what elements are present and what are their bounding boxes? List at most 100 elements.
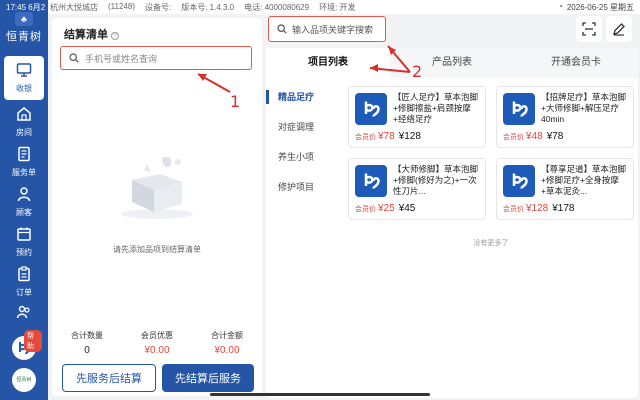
status-right: ◔ 2026-06-25 星期五 xyxy=(558,2,634,13)
regular-price: ¥78 xyxy=(546,131,564,142)
version-label: 版本号: 1.4.3.0 xyxy=(181,3,235,12)
brand-logo-icon: ♣ xyxy=(15,12,33,26)
regular-price: ¥128 xyxy=(398,131,421,142)
nav-item-member[interactable] xyxy=(0,298,48,328)
product-price-row: 会员价 ¥48 ¥78 xyxy=(503,131,563,142)
tab-membership-card[interactable]: 开通会员卡 xyxy=(514,48,638,78)
settlement-panel: 结算清单? 手机号或姓名查询 请先添加品项到结算清单 合计数量 0 会员优惠 ¥… xyxy=(52,18,262,396)
info-icon[interactable]: ? xyxy=(111,32,119,40)
annotation-label-1: 1 xyxy=(230,92,241,111)
total-quantity-value: 0 xyxy=(84,345,90,356)
nav-label: 顾客 xyxy=(16,208,32,217)
category-list: 精品足疗 对症调理 养生小项 修护项目 xyxy=(266,82,344,202)
wifi-icon: ◔ xyxy=(558,2,563,11)
category-item[interactable]: 对症调理 xyxy=(266,112,344,142)
service-first-button[interactable]: 先服务后结算 xyxy=(62,364,156,392)
device-label: 设备号: xyxy=(144,3,172,12)
settlement-title: 结算清单? xyxy=(64,26,119,42)
nav-item-cashier[interactable]: 收银 xyxy=(4,56,44,100)
product-price-row: 会员价 ¥78 ¥128 xyxy=(355,131,421,142)
env-label: 环境: 开发 xyxy=(319,3,356,12)
phone-label: 电话: 4000080629 xyxy=(244,3,310,12)
status-bar: 杭州大悦城店 (11248) 设备号: 版本号: 1.4.3.0 电话: 400… xyxy=(0,0,640,14)
product-logo-icon xyxy=(355,93,387,125)
product-card[interactable]: 【大师修脚】草本泡脚+修脚(修好为之)+一次性刀片... 会员价 ¥25 ¥45 xyxy=(348,158,486,220)
nav-item-customer[interactable]: 顾客 xyxy=(0,180,48,224)
totals-row: 合计数量 0 会员优惠 ¥0.00 合计金额 ¥0.00 xyxy=(52,330,262,356)
search-icon xyxy=(69,53,79,63)
nav-label: 房间 xyxy=(16,128,32,137)
category-item[interactable]: 养生小项 xyxy=(266,142,344,172)
store-id: (11248) xyxy=(108,2,135,11)
product-price-row: 会员价 ¥128 ¥178 xyxy=(503,203,575,214)
settle-first-button[interactable]: 先结算后服务 xyxy=(162,364,254,392)
member-price-label: 会员价 xyxy=(503,134,524,141)
users-icon xyxy=(16,305,30,319)
total-amount-value: ¥0.00 xyxy=(214,345,240,356)
document-icon xyxy=(18,146,30,162)
help-tag: 帮助 xyxy=(24,330,42,352)
house-icon xyxy=(17,107,31,121)
member-discount-label: 会员优惠 xyxy=(141,331,173,340)
member-price-label: 会员价 xyxy=(503,206,524,213)
tab-products[interactable]: 产品列表 xyxy=(390,48,514,78)
product-price-row: 会员价 ¥25 ¥45 xyxy=(355,203,415,214)
annotation-label-2: 2 xyxy=(412,62,423,81)
empty-state-text: 请先添加品项到结算清单 xyxy=(113,245,201,254)
calendar-icon xyxy=(17,227,31,241)
product-title: 【招牌足疗】草本泡脚+大师修脚+解压足疗 40min xyxy=(541,92,627,124)
tab-items[interactable]: 项目列表 xyxy=(266,48,390,78)
member-price-label: 会员价 xyxy=(355,206,376,213)
item-search-placeholder: 输入品项关键字搜索 xyxy=(292,24,374,35)
nav-label: 预约 xyxy=(16,248,32,257)
member-price: ¥78 xyxy=(378,131,395,142)
item-search-input[interactable]: 输入品项关键字搜索 xyxy=(268,16,386,42)
person-icon xyxy=(17,187,31,202)
product-title: 【尊享足道】草本泡脚+修脚足疗+全身按摩+草本泥灸... xyxy=(541,164,627,196)
total-quantity-label: 合计数量 xyxy=(71,331,103,340)
member-discount: 会员优惠 ¥0.00 xyxy=(122,330,192,356)
nav-label: 订单 xyxy=(16,288,32,297)
catalog-panel: 项目列表 产品列表 开通会员卡 精品足疗 对症调理 养生小项 修护项目 【匠人足… xyxy=(266,48,638,398)
help-button[interactable]: 帮助 xyxy=(6,330,42,366)
empty-cart-illustration-icon xyxy=(121,156,193,219)
avatar[interactable]: 恒青树 xyxy=(12,368,36,392)
product-logo-icon xyxy=(355,165,387,197)
total-quantity: 合计数量 0 xyxy=(52,330,122,356)
product-card[interactable]: 【尊享足道】草本泡脚+修脚足疗+全身按摩+草本泥灸... 会员价 ¥128 ¥178 xyxy=(496,158,634,220)
datetime-label: 2026-06-25 星期五 xyxy=(566,3,634,12)
regular-price: ¥45 xyxy=(398,203,416,214)
member-price: ¥25 xyxy=(378,203,395,214)
brand-name: 恒青树 xyxy=(6,30,42,43)
nav-item-room[interactable]: 房间 xyxy=(0,100,48,144)
search-icon xyxy=(277,24,287,34)
edit-icon xyxy=(613,23,625,36)
home-indicator[interactable] xyxy=(210,393,430,396)
nav-item-reservation[interactable]: 预约 xyxy=(0,220,48,264)
scan-button[interactable] xyxy=(576,16,602,42)
product-logo-icon xyxy=(503,93,535,125)
product-card[interactable]: 【匠人足疗】草本泡脚+修脚擦盐+肩颈按摩+经络足疗 会员价 ¥78 ¥128 xyxy=(348,86,486,148)
regular-price: ¥178 xyxy=(552,203,575,214)
nav-label: 收银 xyxy=(16,84,32,93)
total-amount-label: 合计金额 xyxy=(211,331,243,340)
product-title: 【匠人足疗】草本泡脚+修脚擦盐+肩颈按摩+经络足疗 xyxy=(393,92,479,124)
product-logo-icon xyxy=(503,165,535,197)
no-more-text: 没有更多了 xyxy=(473,240,509,247)
category-item[interactable]: 修护项目 xyxy=(266,172,344,202)
edit-button[interactable] xyxy=(606,16,632,42)
nav-item-service-order[interactable]: 服务单 xyxy=(0,140,48,184)
product-card[interactable]: 【招牌足疗】草本泡脚+大师修脚+解压足疗 40min 会员价 ¥48 ¥78 xyxy=(496,86,634,148)
category-item[interactable]: 精品足疗 xyxy=(266,82,344,112)
store-name: 杭州大悦城店 xyxy=(50,3,98,12)
brand: ♣ 恒青树 xyxy=(0,12,48,44)
total-amount: 合计金额 ¥0.00 xyxy=(192,330,262,356)
left-nav: 17:45 6月2 ♣ 恒青树 收银 房间 服务单 顾客 预约 订单 帮助 恒青… xyxy=(0,0,48,400)
settlement-title-text: 结算清单 xyxy=(64,29,108,41)
time-label: 17:45 xyxy=(6,3,27,12)
member-search-input[interactable]: 手机号或姓名查询 xyxy=(60,46,252,70)
member-price: ¥128 xyxy=(526,203,549,214)
scan-icon xyxy=(582,22,596,36)
status-info: 杭州大悦城店 (11248) 设备号: 版本号: 1.4.3.0 电话: 400… xyxy=(50,2,356,13)
date-label: 6月2 xyxy=(28,3,46,12)
